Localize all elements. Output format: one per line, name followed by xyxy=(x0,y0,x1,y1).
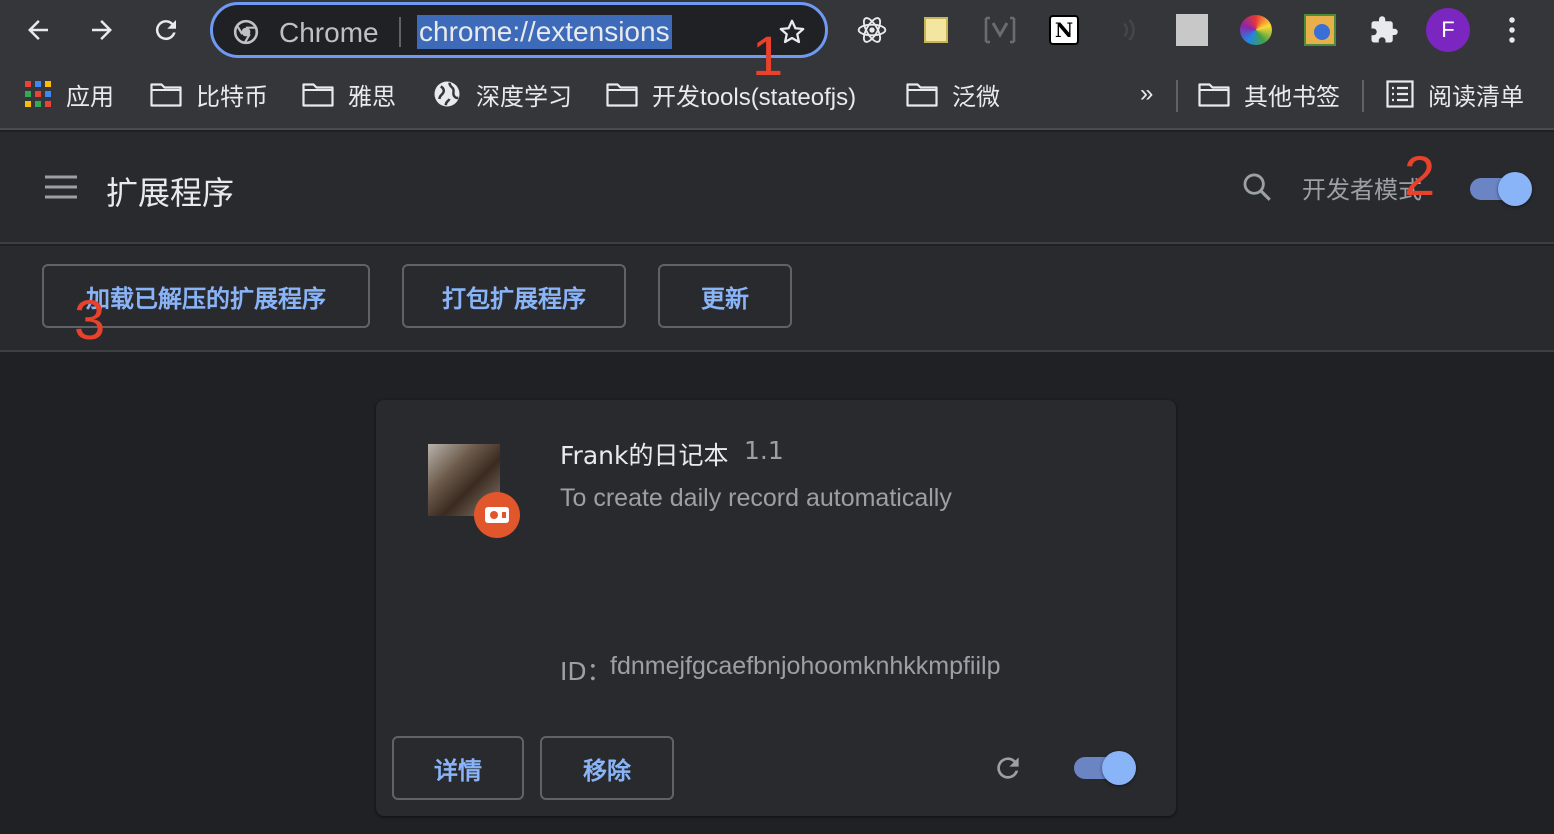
globe-icon xyxy=(432,79,462,109)
address-bar[interactable]: Chrome chrome://extensions xyxy=(210,2,828,58)
vue-extension-icon[interactable] xyxy=(982,12,1018,48)
bookmark-bitcoin[interactable]: 比特币 xyxy=(150,76,268,112)
folder-icon xyxy=(906,81,938,107)
hamburger-menu-icon[interactable] xyxy=(44,174,78,200)
more-menu-button[interactable] xyxy=(1490,8,1534,52)
unpacked-badge-icon xyxy=(474,492,520,538)
toggle-knob xyxy=(1102,751,1136,785)
reload-extension-icon[interactable] xyxy=(992,752,1024,784)
toggle-knob xyxy=(1498,172,1532,206)
reading-list-label: 阅读清单 xyxy=(1428,83,1524,111)
folder-icon xyxy=(150,81,182,107)
bookmark-label: 应用 xyxy=(66,83,114,111)
extension-enabled-toggle[interactable] xyxy=(1074,751,1136,785)
react-devtools-icon[interactable] xyxy=(854,12,890,48)
url-text[interactable]: chrome://extensions xyxy=(417,15,672,49)
forward-button[interactable] xyxy=(80,8,124,52)
bookmark-label: 其他书签 xyxy=(1244,83,1340,111)
bookmark-label: 泛微 xyxy=(952,83,1000,111)
google-extension-icon[interactable] xyxy=(1302,12,1338,48)
extensions-header: 扩展程序 开发者模式 xyxy=(0,132,1554,244)
search-icon[interactable] xyxy=(1240,170,1274,204)
bookmark-label: 雅思 xyxy=(348,83,396,111)
pack-extension-button[interactable]: 打包扩展程序 xyxy=(402,264,626,328)
extension-description: To create daily record automatically xyxy=(560,484,952,512)
arrow-left-icon xyxy=(28,20,48,40)
reload-icon xyxy=(155,20,176,41)
gray-extension-icon[interactable] xyxy=(1174,12,1210,48)
developer-mode-toggle[interactable] xyxy=(1470,172,1532,206)
reading-list-icon xyxy=(1386,80,1414,108)
reading-list[interactable]: 阅读清单 xyxy=(1386,76,1524,112)
chrome-logo-icon xyxy=(233,19,259,45)
reload-button[interactable] xyxy=(144,8,188,52)
annotation-3: 3 xyxy=(74,288,106,351)
vertical-dots-icon xyxy=(1509,17,1515,43)
puzzle-icon[interactable] xyxy=(1366,12,1402,48)
update-button[interactable]: 更新 xyxy=(658,264,792,328)
radio-wave-icon[interactable] xyxy=(1110,12,1146,48)
profile-avatar[interactable]: F xyxy=(1426,8,1470,52)
developer-toolbar: 加载已解压的扩展程序 打包扩展程序 更新 xyxy=(0,246,1554,352)
page-title: 扩展程序 xyxy=(106,174,235,212)
back-button[interactable] xyxy=(16,8,60,52)
bookmark-deep-learning[interactable]: 深度学习 xyxy=(432,76,572,112)
bookmark-label: 深度学习 xyxy=(476,83,572,111)
bookmark-apps[interactable]: 应用 xyxy=(24,76,114,112)
bookmark-other[interactable]: 其他书签 xyxy=(1198,76,1340,112)
folder-icon xyxy=(302,81,334,107)
bookmarks-divider xyxy=(1176,80,1178,112)
bookmark-dev-tools[interactable]: 开发tools(stateofjs) xyxy=(606,76,856,112)
color-extension-icon[interactable] xyxy=(1238,12,1274,48)
bookmarks-divider xyxy=(1362,80,1364,112)
annotation-1: 1 xyxy=(752,24,784,87)
omnibox-divider xyxy=(399,17,401,47)
arrow-right-icon xyxy=(92,20,112,40)
notes-extension-icon[interactable] xyxy=(918,12,954,48)
extension-version: 1.1 xyxy=(744,436,784,465)
folder-icon xyxy=(1198,81,1230,107)
bookmarks-overflow-button[interactable]: » xyxy=(1140,76,1153,112)
folder-icon xyxy=(606,81,638,107)
details-button[interactable]: 详情 xyxy=(392,736,524,800)
apps-grid-icon xyxy=(24,80,52,108)
site-chip-label: Chrome xyxy=(279,17,379,48)
extension-name: Frank的日记本 xyxy=(560,441,729,470)
remove-button[interactable]: 移除 xyxy=(540,736,674,800)
extension-id-label: ID： xyxy=(560,657,612,686)
bookmark-ielts[interactable]: 雅思 xyxy=(302,76,396,112)
bookmark-label: 比特币 xyxy=(196,83,268,111)
extension-card: Frank的日记本 1.1 To create daily record aut… xyxy=(376,400,1176,816)
extension-id: fdnmejfgcaefbnjohoomknhkkmpfiilp xyxy=(610,652,1001,680)
annotation-2: 2 xyxy=(1404,144,1436,207)
bookmark-weaver[interactable]: 泛微 xyxy=(906,76,1000,112)
notion-icon[interactable]: N xyxy=(1046,12,1082,48)
